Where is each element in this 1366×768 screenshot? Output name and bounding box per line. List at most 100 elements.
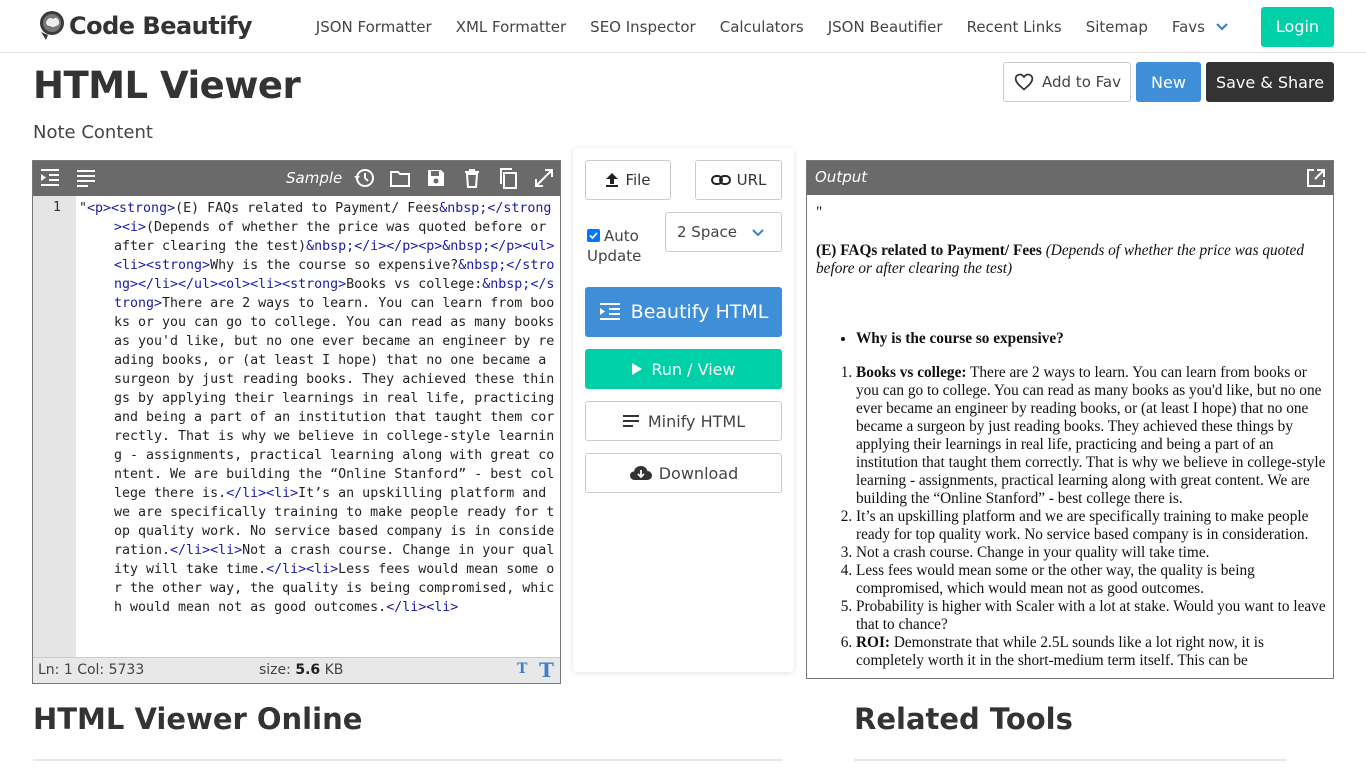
section-divider: [33, 759, 782, 761]
checkmark-icon: [589, 232, 598, 240]
section-heading-html-viewer-online: HTML Viewer Online: [33, 702, 363, 736]
page-title: HTML Viewer: [33, 64, 301, 107]
size-value: 5.6: [295, 662, 321, 678]
load-url-button[interactable]: URL: [695, 160, 782, 200]
folder-icon[interactable]: [389, 167, 411, 189]
size-unit: KB: [324, 662, 344, 678]
brand-logo-link[interactable]: Code Beautify: [37, 9, 253, 43]
download-button[interactable]: Download: [585, 453, 782, 493]
indent-value: 2 Space: [677, 223, 738, 241]
nav-links: JSON Formatter XML Formatter SEO Inspect…: [316, 0, 1366, 53]
beautify-html-button[interactable]: Beautify HTML: [585, 287, 782, 337]
add-to-fav-label: Add to Fav: [1042, 73, 1121, 91]
fullscreen-icon[interactable]: [533, 167, 555, 189]
nav-link-calculators[interactable]: Calculators: [720, 18, 804, 36]
cursor-position: Ln: 1 Col: 5733: [38, 662, 145, 678]
output-quote: ": [816, 204, 823, 221]
item-bold: Books vs college:: [856, 364, 967, 381]
item-text: It’s an upskilling platform and we are s…: [856, 508, 1309, 543]
nav-link-json-beautifier[interactable]: JSON Beautifier: [828, 18, 943, 36]
list-item: ROI: Demonstrate that while 2.5L sounds …: [856, 634, 1328, 670]
list-item: Books vs college: There are 2 ways to le…: [856, 364, 1328, 508]
login-button[interactable]: Login: [1261, 6, 1334, 47]
file-size: size: 5.6 KB: [259, 662, 343, 678]
faq-title: (E) FAQs related to Payment/ Fees: [816, 242, 1042, 259]
html-input-editor: Sample 1 "<p><strong>(E) FAQs related to…: [32, 160, 561, 684]
brain-logo-icon: [40, 11, 64, 40]
decrease-font-icon[interactable]: T: [517, 661, 527, 677]
editor-toolbar: Sample: [33, 161, 560, 196]
minify-label: Minify HTML: [647, 411, 746, 431]
bullet-text: Why is the course so expensive?: [856, 330, 1064, 347]
nav-link-json-formatter[interactable]: JSON Formatter: [316, 18, 432, 36]
save-icon[interactable]: [425, 167, 447, 189]
indent-icon: [599, 303, 620, 320]
list-item: Probability is higher with Scaler with a…: [856, 598, 1328, 634]
download-label: Download: [658, 463, 739, 483]
chevron-down-icon: [752, 229, 764, 237]
item-text: Not a crash course. Change in your quali…: [856, 544, 1210, 561]
chevron-down-icon: [1216, 22, 1228, 31]
html-output-panel: Output " (E) FAQs related to Payment/ Fe…: [806, 160, 1334, 679]
nav-link-seo-inspector[interactable]: SEO Inspector: [590, 18, 696, 36]
trash-icon[interactable]: [461, 167, 483, 189]
item-bold: ROI:: [856, 634, 890, 651]
top-navbar: Code Beautify JSON Formatter XML Formatt…: [0, 0, 1366, 53]
section-divider: [854, 759, 1286, 761]
wrap-text-icon[interactable]: [75, 167, 97, 189]
align-left-icon: [622, 415, 639, 427]
item-text: There are 2 ways to learn. You can learn…: [856, 364, 1326, 507]
sample-link[interactable]: Sample: [286, 169, 342, 187]
url-label: URL: [736, 171, 767, 189]
auto-update-checkbox[interactable]: [587, 229, 600, 242]
editor-status-bar: Ln: 1 Col: 5733 size: 5.6 KB T T: [33, 657, 560, 683]
code-area[interactable]: 1 "<p><strong>(E) FAQs related to Paymen…: [33, 196, 560, 657]
auto-update-label-line2: Update: [587, 247, 642, 265]
output-faq-heading: (E) FAQs related to Payment/ Fees (Depen…: [816, 242, 1328, 278]
link-icon: [710, 175, 731, 185]
cloud-download-icon: [629, 466, 652, 480]
code-content[interactable]: "<p><strong>(E) FAQs related to Payment/…: [79, 199, 557, 617]
file-label: File: [625, 171, 651, 189]
add-to-fav-button[interactable]: Add to Fav: [1003, 62, 1131, 102]
control-panel: File URL Auto Update 2 Space Beautify HT…: [573, 148, 794, 672]
upload-icon: [606, 173, 619, 187]
output-bullet-list: Why is the course so expensive?: [856, 330, 1328, 348]
item-text: Probability is higher with Scaler with a…: [856, 598, 1326, 633]
run-view-button[interactable]: Run / View: [585, 349, 782, 389]
file-upload-button[interactable]: File: [585, 160, 671, 200]
history-icon[interactable]: [353, 167, 375, 189]
nav-link-recent-links[interactable]: Recent Links: [967, 18, 1062, 36]
output-numbered-list: Books vs college: There are 2 ways to le…: [856, 364, 1328, 670]
section-heading-related-tools: Related Tools: [854, 702, 1073, 736]
indent-icon[interactable]: [39, 167, 61, 189]
line-number: 1: [52, 199, 61, 215]
output-label: Output: [815, 168, 868, 186]
increase-font-icon[interactable]: T: [539, 658, 554, 682]
item-text: Less fees would mean some or the other w…: [856, 562, 1255, 597]
indent-select[interactable]: 2 Space: [665, 212, 782, 252]
beautify-label: Beautify HTML: [630, 301, 769, 323]
minify-html-button[interactable]: Minify HTML: [585, 401, 782, 441]
save-share-button[interactable]: Save & Share: [1206, 62, 1334, 102]
play-icon: [632, 363, 643, 375]
item-text: Demonstrate that while 2.5L sounds like …: [856, 634, 1265, 669]
open-new-window-icon[interactable]: [1305, 167, 1327, 189]
heart-icon: [1014, 73, 1034, 91]
output-toolbar: Output: [807, 161, 1333, 195]
nav-link-xml-formatter[interactable]: XML Formatter: [456, 18, 566, 36]
auto-update-label-line1: Auto: [604, 227, 639, 245]
new-button[interactable]: New: [1136, 62, 1201, 102]
note-title: Note Content: [33, 122, 153, 143]
size-label: size:: [259, 662, 291, 678]
nav-link-sitemap[interactable]: Sitemap: [1086, 18, 1148, 36]
rendered-output: " (E) FAQs related to Payment/ Fees (Dep…: [816, 204, 1328, 670]
list-item: Less fees would mean some or the other w…: [856, 562, 1328, 598]
line-gutter: 1: [33, 196, 76, 657]
list-item: Why is the course so expensive?: [856, 330, 1328, 348]
nav-favs-dropdown[interactable]: Favs: [1172, 18, 1229, 36]
run-label: Run / View: [651, 359, 736, 379]
copy-icon[interactable]: [497, 167, 519, 189]
list-item: Not a crash course. Change in your quali…: [856, 544, 1328, 562]
list-item: It’s an upskilling platform and we are s…: [856, 508, 1328, 544]
